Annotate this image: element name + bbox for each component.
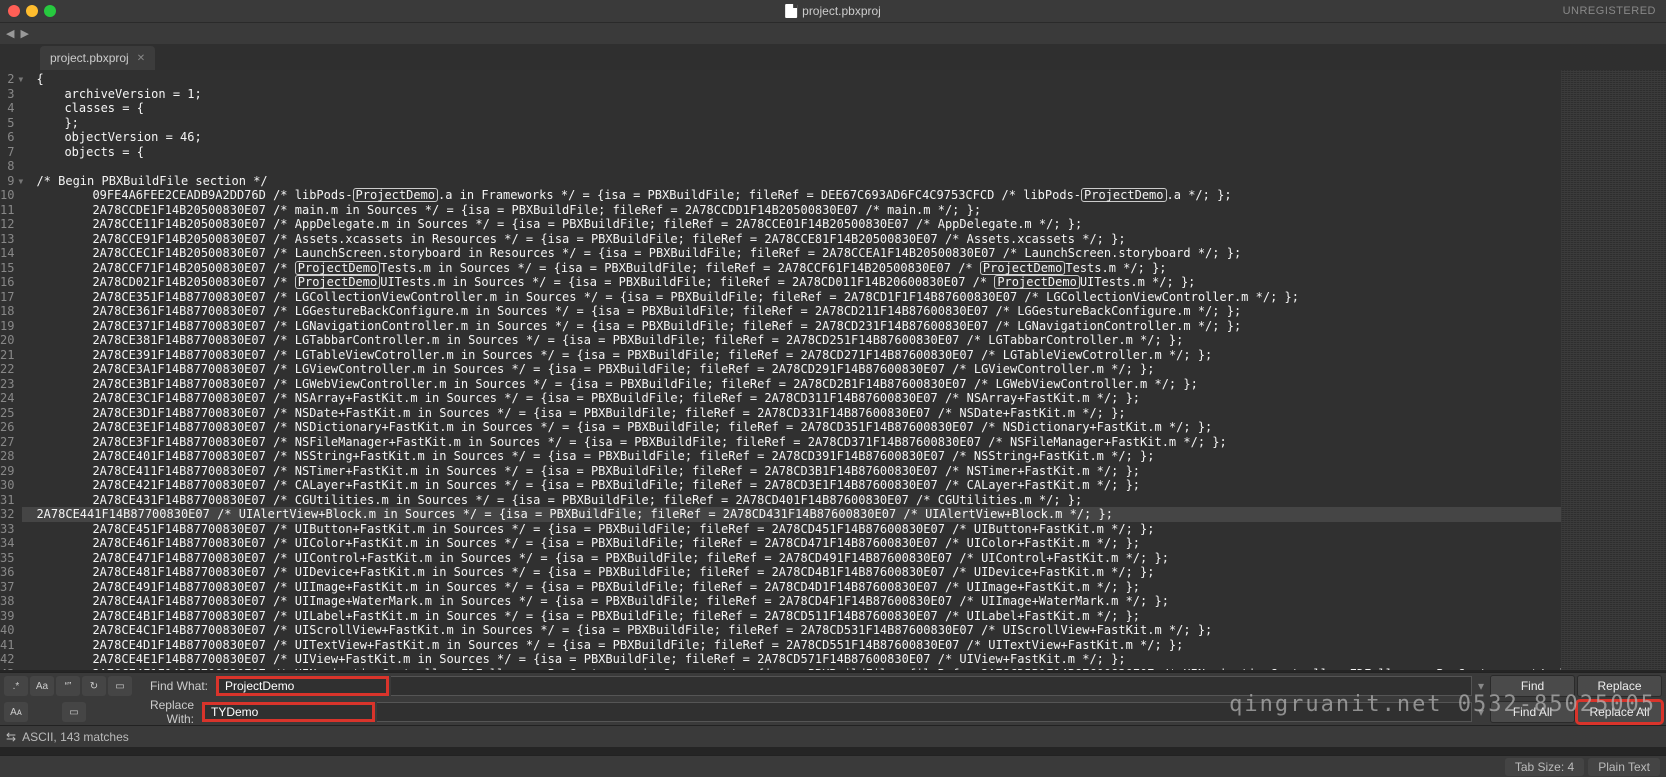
minimize-icon[interactable] [26, 5, 38, 17]
replace-input-highlight[interactable] [202, 702, 375, 722]
syntax-button[interactable]: Plain Text [1588, 758, 1660, 776]
tab-bar: project.pbxproj ✕ [0, 44, 1666, 70]
match-status-bar: ⇆ ASCII, 143 matches [0, 725, 1666, 747]
match-status: ASCII, 143 matches [22, 730, 129, 744]
find-label: Find What: [134, 679, 214, 693]
close-icon[interactable]: ✕ [137, 53, 145, 64]
replace-label: Replace With: [120, 698, 200, 726]
find-input[interactable] [391, 676, 1472, 696]
whole-word-toggle[interactable]: “” [56, 676, 80, 696]
code-area[interactable]: {archiveVersion = 1;classes = {};objectV… [22, 70, 1561, 670]
window-title: project.pbxproj [802, 4, 881, 18]
editor[interactable]: 2345678910111213141516171819202122232425… [0, 70, 1561, 670]
tab-project[interactable]: project.pbxproj ✕ [40, 46, 155, 70]
preserve-case-toggle[interactable]: Aᴀ [4, 702, 28, 722]
unregistered-label: UNREGISTERED [1563, 5, 1656, 17]
find-all-button[interactable]: Find All [1490, 701, 1575, 723]
tab-size-button[interactable]: Tab Size: 4 [1505, 758, 1584, 776]
status-bar: Tab Size: 4 Plain Text [0, 755, 1666, 777]
find-input-highlight[interactable] [216, 676, 389, 696]
chevron-down-icon[interactable]: ▾ [1474, 705, 1488, 719]
toolbar: ◀ ▶ [0, 22, 1666, 44]
chevron-down-icon[interactable]: ▾ [1474, 679, 1488, 693]
replace-all-button[interactable]: Replace All [1577, 701, 1662, 723]
highlight-toggle[interactable]: ▭ [62, 702, 86, 722]
maximize-icon[interactable] [44, 5, 56, 17]
find-replace-panel: .* Aa “” ↻ ▭ Find What: ▾ Find Replace A… [0, 672, 1666, 725]
close-icon[interactable] [8, 5, 20, 17]
nav-back-icon[interactable]: ◀ [6, 27, 14, 40]
document-icon [785, 4, 797, 18]
switch-panel-icon[interactable]: ⇆ [6, 730, 16, 744]
nav-forward-icon[interactable]: ▶ [20, 27, 28, 40]
wrap-toggle[interactable]: ↻ [82, 676, 106, 696]
regex-toggle[interactable]: .* [4, 676, 28, 696]
find-button[interactable]: Find [1490, 675, 1575, 697]
replace-input[interactable] [377, 702, 1472, 722]
replace-button[interactable]: Replace [1577, 675, 1662, 697]
line-gutter: 2345678910111213141516171819202122232425… [0, 70, 22, 670]
minimap[interactable] [1561, 70, 1666, 670]
tab-label: project.pbxproj [50, 51, 129, 65]
case-toggle[interactable]: Aa [30, 676, 54, 696]
in-selection-toggle[interactable]: ▭ [108, 676, 132, 696]
titlebar: project.pbxproj UNREGISTERED [0, 0, 1666, 22]
